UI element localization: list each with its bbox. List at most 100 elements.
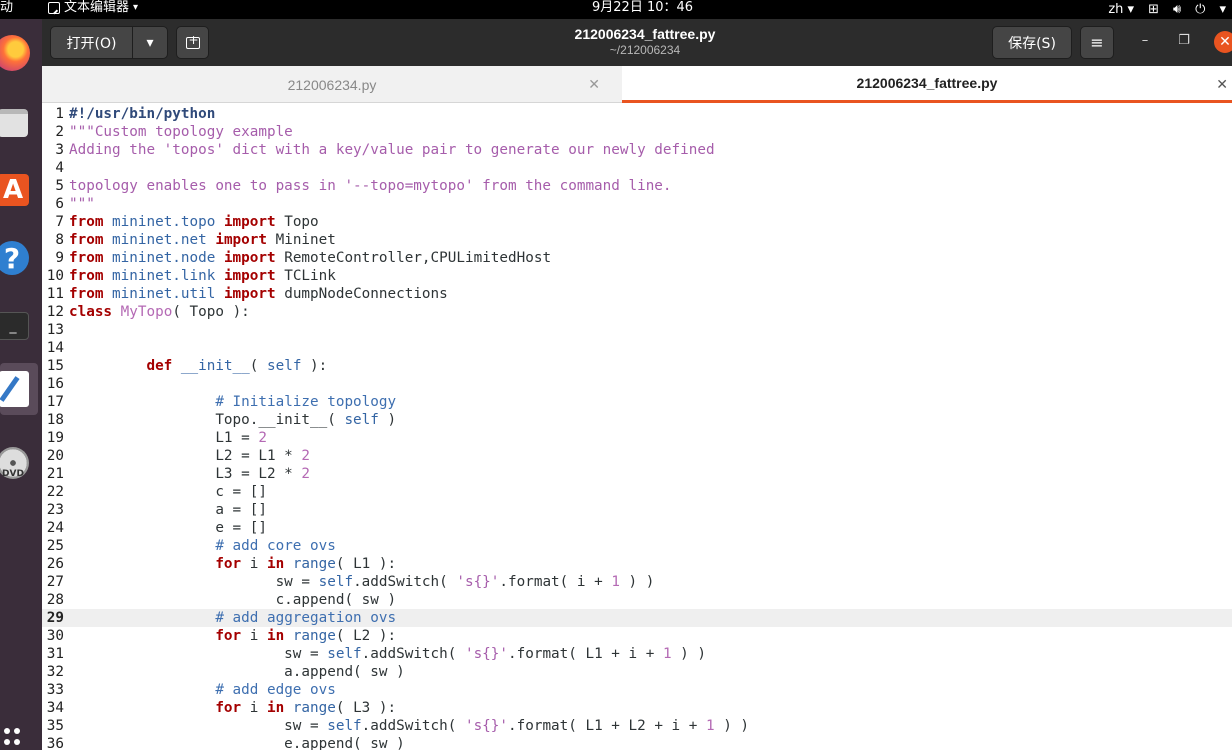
code-line[interactable]: 16 — [42, 375, 1232, 393]
code-text[interactable]: # add core ovs — [69, 537, 336, 555]
open-button[interactable]: 打开(O) — [50, 26, 133, 59]
code-line[interactable]: 34 for i in range( L3 ): — [42, 699, 1232, 717]
code-line[interactable]: 19 L1 = 2 — [42, 429, 1232, 447]
code-text[interactable]: class MyTopo( Topo ): — [69, 303, 250, 321]
code-text[interactable]: from mininet.link import TCLink — [69, 267, 336, 285]
code-text[interactable]: """Custom topology example — [69, 123, 293, 141]
tab-212006234-py[interactable]: 212006234.py ✕ — [42, 66, 622, 103]
maximize-button[interactable]: ❐ — [1174, 33, 1194, 48]
code-text[interactable]: L3 = L2 * 2 — [69, 465, 310, 483]
code-editor[interactable]: 1 #!/usr/bin/python 2 """Custom topology ex… — [42, 103, 1232, 750]
code-line[interactable]: 13 — [42, 321, 1232, 339]
code-text[interactable]: a = [] — [69, 501, 267, 519]
code-line[interactable]: 36 e.append( sw ) — [42, 735, 1232, 750]
code-line[interactable]: 15 def __init__( self ): — [42, 357, 1232, 375]
code-text[interactable]: from mininet.node import RemoteControlle… — [69, 249, 551, 267]
dock-dvd[interactable]: DVD — [0, 437, 38, 489]
show-applications-icon[interactable] — [4, 728, 24, 746]
tab-212006234-fattree-py[interactable]: 212006234_fattree.py ✕ — [622, 66, 1232, 103]
code-line[interactable]: 2 """Custom topology example — [42, 123, 1232, 141]
code-line[interactable]: 26 for i in range( L1 ): — [42, 555, 1232, 573]
code-line[interactable]: 28 c.append( sw ) — [42, 591, 1232, 609]
code-text[interactable]: for i in range( L1 ): — [69, 555, 396, 573]
code-line[interactable]: 12 class MyTopo( Topo ): — [42, 303, 1232, 321]
dock-software[interactable]: A — [0, 164, 38, 216]
code-line[interactable]: 21 L3 = L2 * 2 — [42, 465, 1232, 483]
dock-files[interactable] — [0, 97, 38, 149]
code-text[interactable]: # add edge ovs — [69, 681, 336, 699]
code-text[interactable]: """ — [69, 195, 95, 213]
code-line[interactable]: 27 sw = self.addSwitch( 's{}'.format( i … — [42, 573, 1232, 591]
code-text[interactable]: c = [] — [69, 483, 267, 501]
new-tab-button[interactable] — [176, 26, 209, 59]
code-line[interactable]: 10 from mininet.link import TCLink — [42, 267, 1232, 285]
code-text[interactable]: from mininet.topo import Topo — [69, 213, 319, 231]
code-text[interactable]: Adding the 'topos' dict with a key/value… — [69, 141, 715, 159]
code-text[interactable]: sw = self.addSwitch( 's{}'.format( L1 + … — [69, 645, 706, 663]
code-text[interactable]: def __init__( self ): — [69, 357, 327, 375]
code-line[interactable]: 22 c = [] — [42, 483, 1232, 501]
code-line[interactable]: 1 #!/usr/bin/python — [42, 105, 1232, 123]
code-line[interactable]: 14 — [42, 339, 1232, 357]
code-text[interactable]: topology enables one to pass in '--topo=… — [69, 177, 672, 195]
code-line[interactable]: 5 topology enables one to pass in '--topo… — [42, 177, 1232, 195]
code-text[interactable]: sw = self.addSwitch( 's{}'.format( L1 + … — [69, 717, 749, 735]
code-line[interactable]: 25 # add core ovs — [42, 537, 1232, 555]
line-number: 28 — [46, 592, 64, 608]
dock-help[interactable]: ? — [0, 232, 38, 284]
code-line[interactable]: 20 L2 = L1 * 2 — [42, 447, 1232, 465]
activities-button[interactable]: 动 — [0, 0, 13, 16]
minimize-button[interactable]: – — [1135, 33, 1155, 48]
code-text[interactable]: Topo.__init__( self ) — [69, 411, 396, 429]
code-text[interactable]: a.append( sw ) — [69, 663, 405, 681]
code-line[interactable]: 9 from mininet.node import RemoteControll… — [42, 249, 1232, 267]
hamburger-icon: ≡ — [1090, 33, 1104, 52]
system-tray[interactable]: zh ▾ ⊞ 🔊︎ ⏻ ▾ — [1108, 0, 1232, 19]
line-number: 19 — [46, 430, 64, 446]
code-text[interactable]: #!/usr/bin/python — [69, 105, 215, 123]
code-line[interactable]: 23 a = [] — [42, 501, 1232, 519]
code-line[interactable]: 6 """ — [42, 195, 1232, 213]
code-text[interactable]: sw = self.addSwitch( 's{}'.format( i + 1… — [69, 573, 655, 591]
code-line[interactable]: 32 a.append( sw ) — [42, 663, 1232, 681]
close-icon[interactable]: ✕ — [588, 76, 600, 93]
dock-terminal[interactable]: _ — [0, 300, 38, 352]
code-line[interactable]: 33 # add edge ovs — [42, 681, 1232, 699]
close-window-button[interactable]: ✕ — [1214, 31, 1232, 53]
code-line[interactable]: 31 sw = self.addSwitch( 's{}'.format( L1… — [42, 645, 1232, 663]
clock[interactable]: 9月22日 10：46 — [592, 0, 693, 16]
save-button[interactable]: 保存(S) — [992, 26, 1072, 59]
code-line[interactable]: 35 sw = self.addSwitch( 's{}'.format( L1… — [42, 717, 1232, 735]
hamburger-menu-button[interactable]: ≡ — [1080, 26, 1114, 59]
input-method-label[interactable]: zh ▾ — [1108, 2, 1134, 17]
code-text[interactable]: e = [] — [69, 519, 267, 537]
code-line[interactable]: 29 # add aggregation ovs — [42, 609, 1232, 627]
code-line[interactable]: 30 for i in range( L2 ): — [42, 627, 1232, 645]
code-text[interactable]: c.append( sw ) — [69, 591, 397, 609]
code-text[interactable]: L2 = L1 * 2 — [69, 447, 310, 465]
code-text[interactable]: from mininet.net import Mininet — [69, 231, 336, 249]
code-line[interactable]: 4 — [42, 159, 1232, 177]
code-line[interactable]: 24 e = [] — [42, 519, 1232, 537]
code-text[interactable]: # Initialize topology — [69, 393, 396, 411]
code-line[interactable]: 17 # Initialize topology — [42, 393, 1232, 411]
files-icon — [0, 109, 28, 137]
code-line[interactable]: 3 Adding the 'topos' dict with a key/valu… — [42, 141, 1232, 159]
chevron-down-icon: ▾ — [146, 34, 154, 51]
code-line[interactable]: 7 from mininet.topo import Topo — [42, 213, 1232, 231]
dock-firefox[interactable] — [0, 27, 38, 79]
code-text[interactable]: from mininet.util import dumpNodeConnect… — [69, 285, 448, 303]
code-text[interactable]: for i in range( L2 ): — [69, 627, 396, 645]
open-menu-button[interactable]: ▾ — [132, 26, 168, 59]
code-text[interactable]: L1 = 2 — [69, 429, 267, 447]
code-line[interactable]: 18 Topo.__init__( self ) — [42, 411, 1232, 429]
volume-icon: 🔊︎ — [1172, 1, 1182, 17]
code-line[interactable]: 11 from mininet.util import dumpNodeConne… — [42, 285, 1232, 303]
code-line[interactable]: 8 from mininet.net import Mininet — [42, 231, 1232, 249]
dock-text-editor[interactable] — [0, 363, 38, 415]
code-text[interactable]: e.append( sw ) — [69, 735, 405, 750]
close-icon[interactable]: ✕ — [1216, 76, 1228, 93]
code-text[interactable]: # add aggregation ovs — [69, 609, 396, 627]
code-text[interactable]: for i in range( L3 ): — [69, 699, 396, 717]
app-menu[interactable]: 文本编辑器 ▾ — [48, 0, 138, 16]
